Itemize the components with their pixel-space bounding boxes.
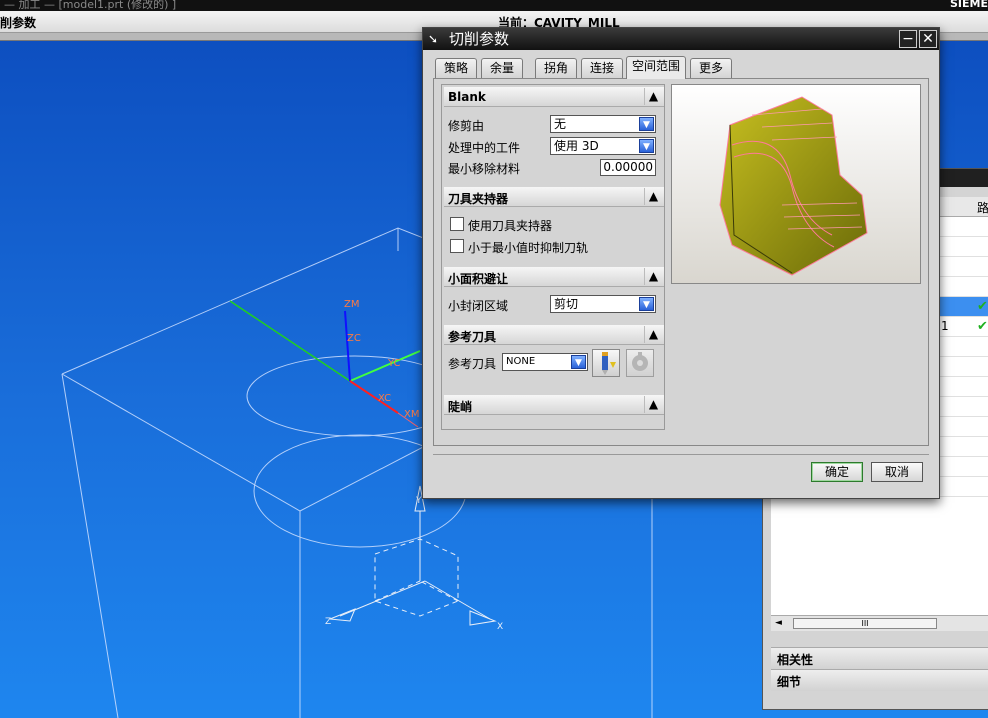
ref-tool-select[interactable]: NONE ▼ <box>502 353 588 371</box>
suppress-small-checkbox[interactable] <box>450 239 464 253</box>
brand-logo: SIEME <box>950 0 988 10</box>
holder-group-title: 刀具夹持器 <box>448 192 509 206</box>
ref-tool-group-header[interactable]: 参考刀具 ▲ <box>444 325 664 345</box>
axis-label-z: Z <box>325 617 331 627</box>
chevron-down-icon[interactable]: ▼ <box>639 297 654 311</box>
blank-group-title: Blank <box>448 90 486 104</box>
dialog-title-bar[interactable]: ➘ 切削参数 − ✕ <box>423 28 939 50</box>
use-holder-checkbox[interactable] <box>450 217 464 231</box>
header-left-label: 削参数 <box>0 16 37 30</box>
window-title: — 加工 — [model1.prt (修改的) ] <box>4 0 177 11</box>
ref-tool-value: NONE <box>506 356 536 367</box>
window-title-bar: — 加工 — [model1.prt (修改的) ] SIEME <box>0 0 988 11</box>
collapse-icon[interactable]: ▲ <box>644 188 662 205</box>
dialog-tool-icon: ➘ <box>428 32 439 46</box>
ipw-select[interactable]: 使用 3D ▼ <box>550 137 656 155</box>
select-tool-button[interactable] <box>592 349 620 377</box>
min-remove-label: 最小移除材料 <box>448 162 521 176</box>
collapse-icon[interactable]: ▲ <box>644 326 662 343</box>
row-number: 1 <box>941 319 949 333</box>
part-preview-drawing <box>719 96 868 276</box>
ipw-value: 使用 3D <box>554 139 599 153</box>
axis-label-zm: ZM <box>344 299 359 310</box>
blank-group-header[interactable]: Blank ▲ <box>444 87 664 107</box>
cutting-parameters-dialog: ➘ 切削参数 − ✕ 策略 余量 拐角 连接 空间范围 更多 Blank ▲ 修… <box>422 27 940 499</box>
tab-more[interactable]: 更多 <box>690 58 732 78</box>
axis-label-y: Y <box>415 496 422 506</box>
dialog-title: 切削参数 <box>449 30 510 48</box>
steep-group-header[interactable]: 陡峭 ▲ <box>444 395 664 415</box>
axis-label-zc: ZC <box>347 333 361 344</box>
scrollbar-thumb[interactable]: III <box>793 618 937 629</box>
dependencies-section[interactable]: 相关性 <box>771 647 988 669</box>
ref-tool-group-title: 参考刀具 <box>448 330 497 344</box>
steep-group-title: 陡峭 <box>448 400 473 414</box>
small-area-group-title: 小面积避让 <box>448 272 509 286</box>
edit-tool-button[interactable] <box>626 349 654 377</box>
collapse-icon[interactable]: ▲ <box>644 88 662 105</box>
close-icon[interactable]: ✕ <box>919 30 937 48</box>
min-remove-input[interactable]: 0.00000 <box>600 159 656 176</box>
preview-image <box>671 84 921 284</box>
settings-panel: Blank ▲ 修剪由 无 ▼ 处理中的工件 使用 3D ▼ 最小移除材料 0.… <box>441 84 665 430</box>
holder-group-header[interactable]: 刀具夹持器 ▲ <box>444 187 664 207</box>
horizontal-scrollbar[interactable]: ◄ III <box>771 615 988 631</box>
chevron-down-icon[interactable]: ▼ <box>571 355 586 369</box>
tab-connections[interactable]: 连接 <box>581 58 623 78</box>
ipw-label: 处理中的工件 <box>448 141 521 155</box>
collapse-icon[interactable]: ▲ <box>644 268 662 285</box>
tab-strategy[interactable]: 策略 <box>435 58 477 78</box>
suppress-small-label: 小于最小值时抑制刀轨 <box>468 241 589 255</box>
closed-area-value: 剪切 <box>554 297 579 311</box>
minimize-icon[interactable]: − <box>899 30 917 48</box>
button-separator <box>433 454 929 455</box>
wrench-icon <box>632 352 648 371</box>
status-check-icon: ✔ <box>977 299 988 314</box>
status-check-icon: ✔ <box>977 319 988 334</box>
scroll-left-icon[interactable]: ◄ <box>775 618 782 628</box>
tool-select-icon <box>602 352 616 375</box>
details-section[interactable]: 细节 <box>771 669 988 691</box>
axis-label-xc: XC <box>378 393 391 404</box>
tab-containment[interactable]: 空间范围 <box>626 56 686 79</box>
ok-button[interactable]: 确定 <box>811 462 863 482</box>
use-holder-label: 使用刀具夹持器 <box>468 219 553 233</box>
column-header-label: 路 <box>977 201 988 215</box>
small-area-group-header[interactable]: 小面积避让 ▲ <box>444 267 664 287</box>
chevron-down-icon[interactable]: ▼ <box>639 139 654 153</box>
collapse-icon[interactable]: ▲ <box>644 396 662 413</box>
closed-area-select[interactable]: 剪切 ▼ <box>550 295 656 313</box>
tab-stock[interactable]: 余量 <box>481 58 523 78</box>
tab-corners[interactable]: 拐角 <box>535 58 577 78</box>
axis-label-x: X <box>497 622 503 632</box>
ref-tool-label: 参考刀具 <box>448 357 497 371</box>
trim-by-value: 无 <box>554 117 567 131</box>
trim-by-select[interactable]: 无 ▼ <box>550 115 656 133</box>
axis-label-xm: XM <box>404 409 419 420</box>
chevron-down-icon[interactable]: ▼ <box>639 117 654 131</box>
trim-by-label: 修剪由 <box>448 119 485 133</box>
cancel-button[interactable]: 取消 <box>871 462 923 482</box>
closed-area-label: 小封闭区域 <box>448 299 509 313</box>
axis-label-yc: YC <box>387 358 401 369</box>
